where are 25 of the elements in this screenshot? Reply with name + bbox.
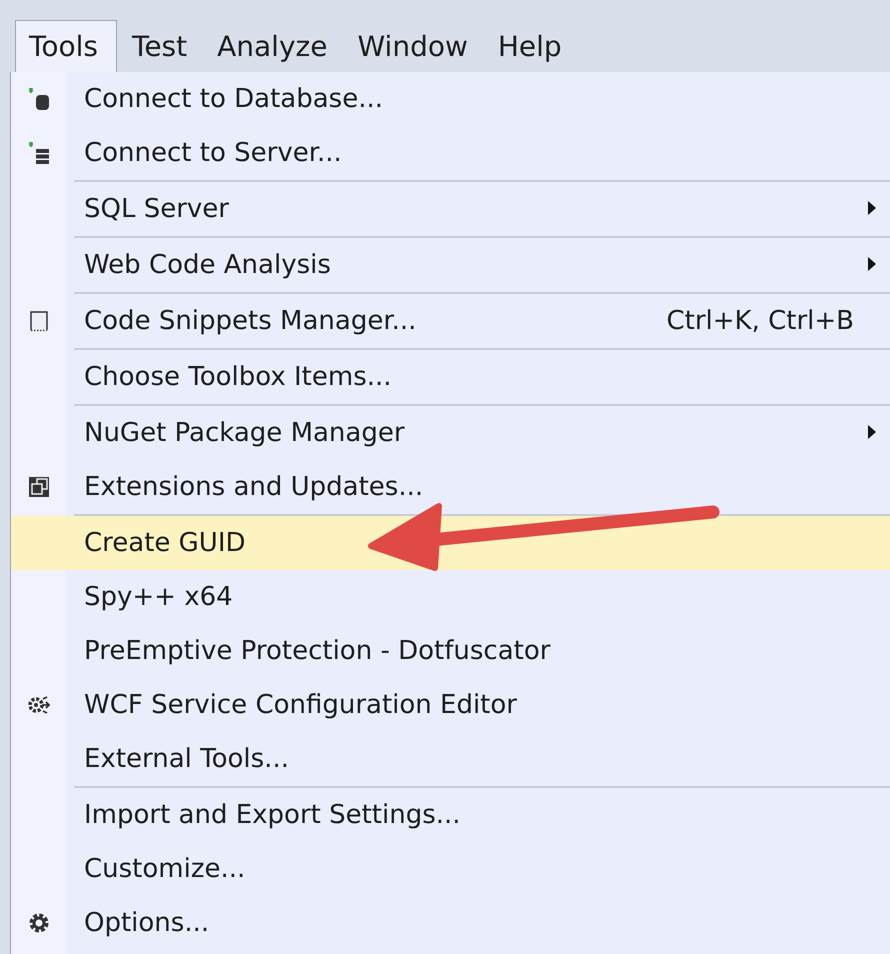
server-icon [26,141,50,165]
menu-tab[interactable]: Help [482,20,577,72]
menu-item[interactable]: NuGet Package Manager [11,406,890,460]
menu-item[interactable]: Customize... [11,842,890,896]
menu-item[interactable]: Extensions and Updates... [11,460,890,514]
menu-tab[interactable]: Test [116,20,202,72]
extensions-icon [26,475,50,499]
settings-icon [26,911,50,935]
menu-item[interactable]: Code Snippets Manager... Ctrl+K, Ctrl+B [11,294,890,348]
menu-item[interactable]: Options... [11,896,890,950]
menu-item[interactable]: Connect to Database... [11,72,890,126]
shortcut-label: Ctrl+K, Ctrl+B [666,306,854,336]
menu-item[interactable]: SQL Server [11,182,890,236]
menu-item[interactable]: External Tools... [11,732,890,786]
database-icon [26,87,50,111]
menu-item[interactable]: WCF Service Configuration Editor [11,678,890,732]
menu-item[interactable]: Web Code Analysis [11,238,890,292]
menu-item[interactable]: Connect to Server... [11,126,890,180]
menu-item[interactable]: Spy++ x64 [11,570,890,624]
menu-item[interactable]: Choose Toolbox Items... [11,350,890,404]
menu-tab[interactable]: Tools [15,20,117,72]
menu-item[interactable]: PreEmptive Protection - Dotfuscator [11,624,890,678]
menu-tab[interactable]: Analyze [202,20,342,72]
menu-tab[interactable]: Window [342,20,483,72]
menu-item[interactable]: Import and Export Settings... [11,788,890,842]
